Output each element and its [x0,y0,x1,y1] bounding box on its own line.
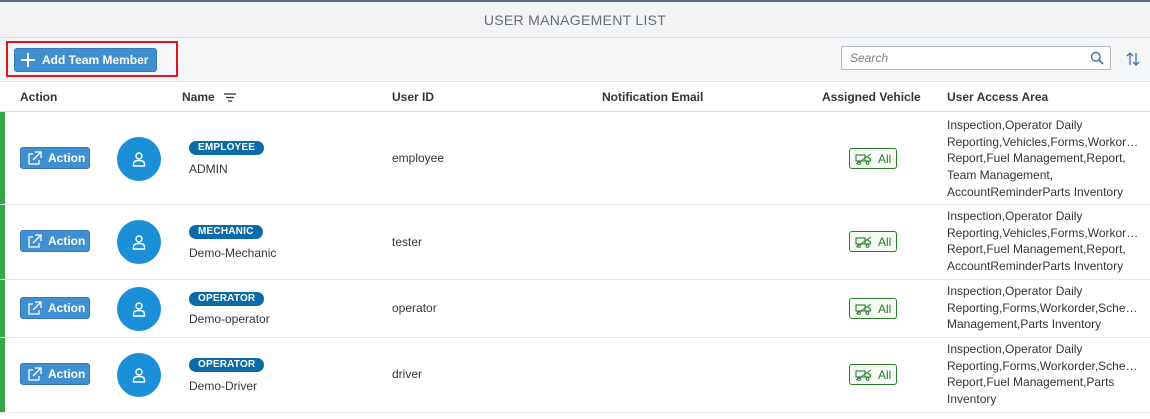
user-access-area: Inspection,Operator Daily Reporting,Vehi… [947,208,1139,275]
column-header-user-id: User ID [392,90,435,104]
external-link-icon [27,301,43,315]
avatar [117,220,161,264]
user-access-area: Inspection,Operator Daily Reporting,Form… [947,283,1139,333]
table-row: Action OPERATOR Demo-Driver driver All I… [0,338,1150,413]
access-line: Reporting,Vehicles,Forms,Workorder [947,225,1139,240]
column-header-name[interactable]: Name [182,90,237,105]
access-line: Management,Parts Inventory [947,317,1102,332]
role-badge: MECHANIC [189,225,263,239]
table-header: Action Name User ID Notification Email A… [0,82,1150,112]
table-row: Action EMPLOYEE ADMIN employee All Inspe… [0,112,1150,205]
row-action-button[interactable]: Action [20,297,90,319]
avatar [117,353,161,397]
row-action-button[interactable]: Action [20,363,90,385]
page-title: USER MANAGEMENT LIST [483,11,667,28]
access-line: Inspection,Operator Daily [947,342,1083,356]
access-line: Inspection,Operator Daily [947,209,1083,223]
row-action-button[interactable]: Action [20,230,90,252]
access-line: Report,Fuel Management,Report, [947,151,1126,166]
row-action-label: Action [48,151,86,165]
row-action-label: Action [48,301,86,315]
column-header-notification-email: Notification Email [602,90,704,104]
table-body: Action EMPLOYEE ADMIN employee All Inspe… [0,112,1150,413]
assigned-vehicle-badge[interactable]: All [849,364,897,385]
access-line: Team Management, [947,168,1054,183]
person-icon [132,302,146,317]
search-box [841,46,1111,70]
user-name: Demo-Mechanic [189,246,277,260]
person-icon [132,152,146,167]
avatar [117,137,161,181]
access-line: Inspection,Operator Daily [947,118,1083,132]
truck-icon [855,369,872,381]
add-team-member-button[interactable]: Add Team Member [14,48,158,72]
truck-icon [855,236,872,248]
row-status-marker [0,112,5,204]
role-badge: OPERATOR [189,292,265,306]
row-action-button[interactable]: Action [20,147,90,169]
assigned-vehicle-badge[interactable]: All [849,298,897,319]
access-line: Inspection,Operator Daily [947,284,1083,298]
column-header-action: Action [20,90,58,104]
access-line: AccountReminderParts Inventory [947,259,1124,274]
person-icon [132,368,146,383]
assigned-vehicle-badge[interactable]: All [849,231,897,252]
column-header-user-access-area: User Access Area [947,90,1049,104]
table-row: Action MECHANIC Demo-Mechanic tester All… [0,205,1150,280]
plus-icon [21,53,35,67]
external-link-icon [27,234,43,248]
toolbar: Add Team Member [0,38,1150,82]
access-line: Inventory [947,392,997,407]
role-badge: EMPLOYEE [189,141,265,155]
assigned-vehicle-label: All [878,151,892,166]
truck-icon [855,303,872,315]
role-badge: OPERATOR [189,358,265,372]
assigned-vehicle-badge[interactable]: All [849,148,897,169]
truck-icon [855,153,872,165]
row-action-label: Action [48,367,86,381]
user-id: employee [392,151,445,165]
assigned-vehicle-label: All [878,301,892,316]
row-status-marker [0,205,5,279]
search-icon[interactable] [1084,47,1110,69]
user-access-area: Inspection,Operator Daily Reporting,Form… [947,341,1139,408]
user-name: Demo-Driver [189,379,258,393]
external-link-icon [27,367,43,381]
search-input[interactable] [842,48,1084,68]
assigned-vehicle-label: All [878,234,892,249]
user-name: Demo-operator [189,312,270,326]
column-header-assigned-vehicle: Assigned Vehicle [822,90,921,104]
column-header-name-label: Name [182,90,215,104]
user-management-page: USER MANAGEMENT LIST Add Team Member Act… [0,0,1150,419]
external-link-icon [27,151,43,165]
page-title-bar: USER MANAGEMENT LIST [0,2,1150,38]
user-name: ADMIN [189,162,228,176]
access-line: Report,Fuel Management,Report, [947,242,1126,257]
access-line: Report,Fuel Management,Parts [947,375,1115,390]
filter-lines-icon[interactable] [224,91,237,105]
assigned-vehicle-label: All [878,367,892,382]
add-team-member-label: Add Team Member [42,53,149,67]
row-status-marker [0,338,5,412]
table-row: Action OPERATOR Demo-operator operator A… [0,280,1150,338]
access-line: AccountReminderParts Inventory [947,184,1124,199]
access-line: Reporting,Vehicles,Forms,Workorder [947,134,1139,149]
person-icon [132,235,146,250]
access-line: Reporting,Forms,Workorder,Schedule [947,300,1139,315]
user-access-area: Inspection,Operator Daily Reporting,Vehi… [947,117,1139,201]
row-status-marker [0,280,5,337]
user-id: driver [392,367,423,381]
row-action-label: Action [48,234,86,248]
sort-icon[interactable] [1123,49,1143,69]
user-id: tester [392,235,423,249]
user-id: operator [392,301,437,315]
access-line: Reporting,Forms,Workorder,Schedule [947,358,1139,373]
avatar [117,287,161,331]
